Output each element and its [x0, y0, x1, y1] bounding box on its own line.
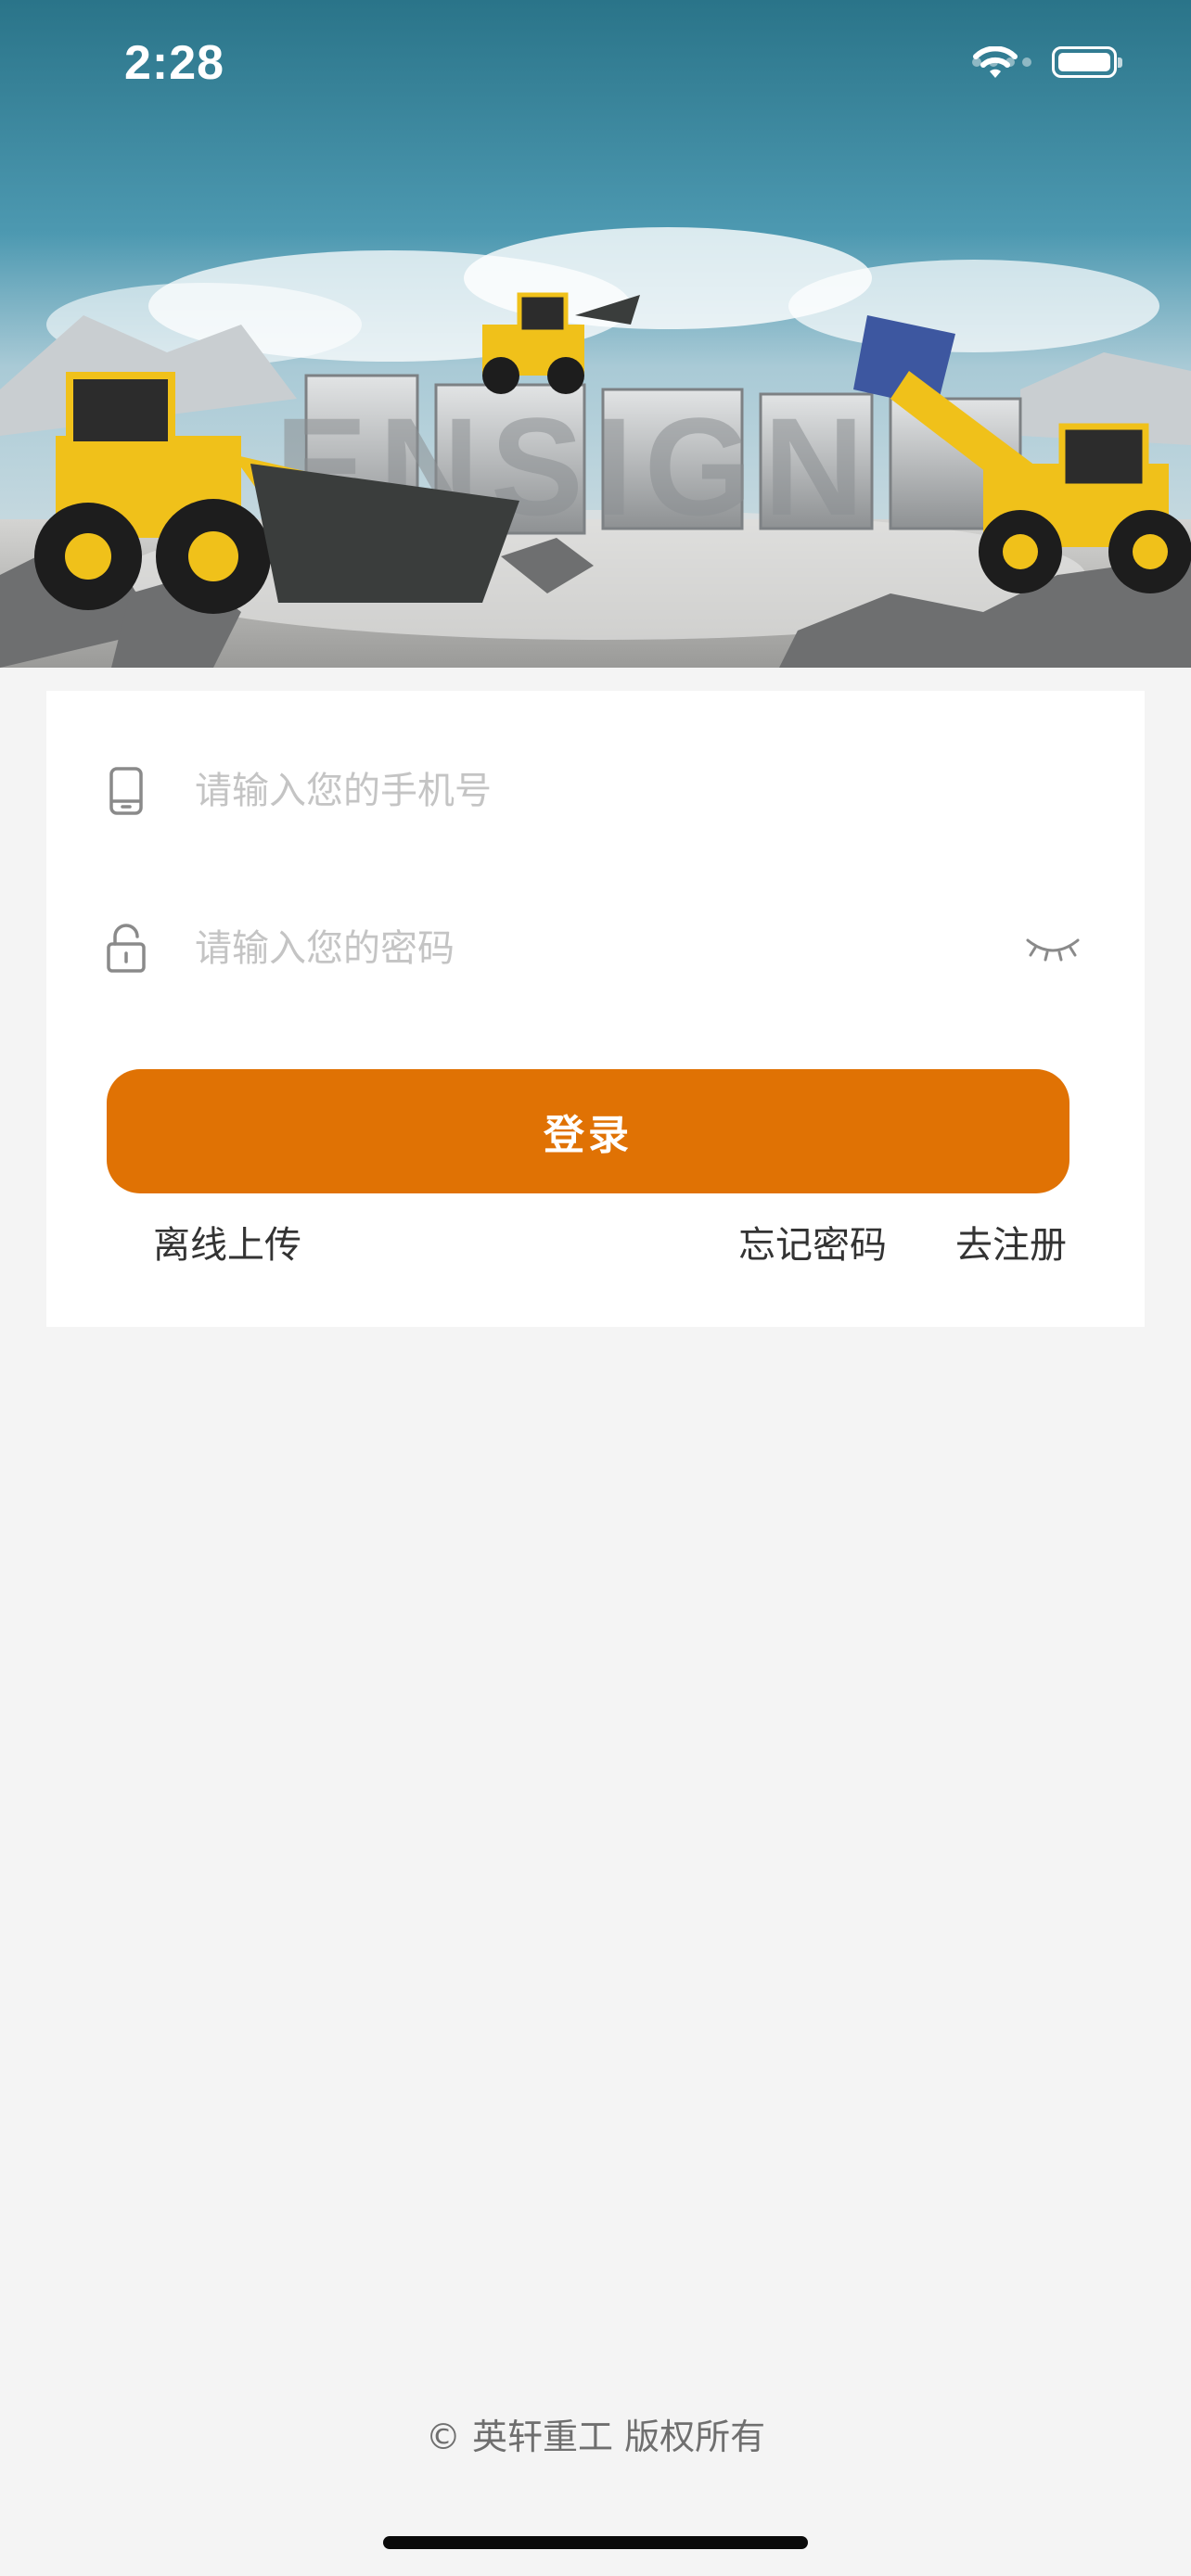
wifi-icon — [973, 46, 1018, 78]
lock-icon — [106, 923, 147, 975]
banner-illustration: ENSIGN — [0, 0, 1191, 668]
phone-input[interactable] — [193, 753, 994, 829]
offline-upload-link[interactable]: 离线上传 — [153, 1218, 301, 1273]
home-indicator[interactable] — [383, 2536, 808, 2549]
password-input[interactable] — [193, 911, 994, 987]
status-icons — [972, 46, 1122, 78]
password-field — [46, 898, 1145, 1000]
eye-closed-icon[interactable] — [1024, 930, 1082, 967]
phone-icon — [106, 765, 147, 817]
battery-icon — [1052, 46, 1122, 78]
login-card: 登录 离线上传 忘记密码 去注册 — [46, 691, 1145, 1327]
status-time: 2:28 — [124, 36, 225, 90]
forgot-password-link[interactable]: 忘记密码 — [738, 1218, 887, 1273]
register-link[interactable]: 去注册 — [955, 1218, 1067, 1273]
hero-banner: ENSIGN 2:28 — [0, 0, 1191, 668]
login-button[interactable]: 登录 — [107, 1069, 1069, 1193]
copyright-text: © 英轩重工 版权所有 — [425, 2417, 766, 2457]
phone-field — [46, 740, 1145, 842]
